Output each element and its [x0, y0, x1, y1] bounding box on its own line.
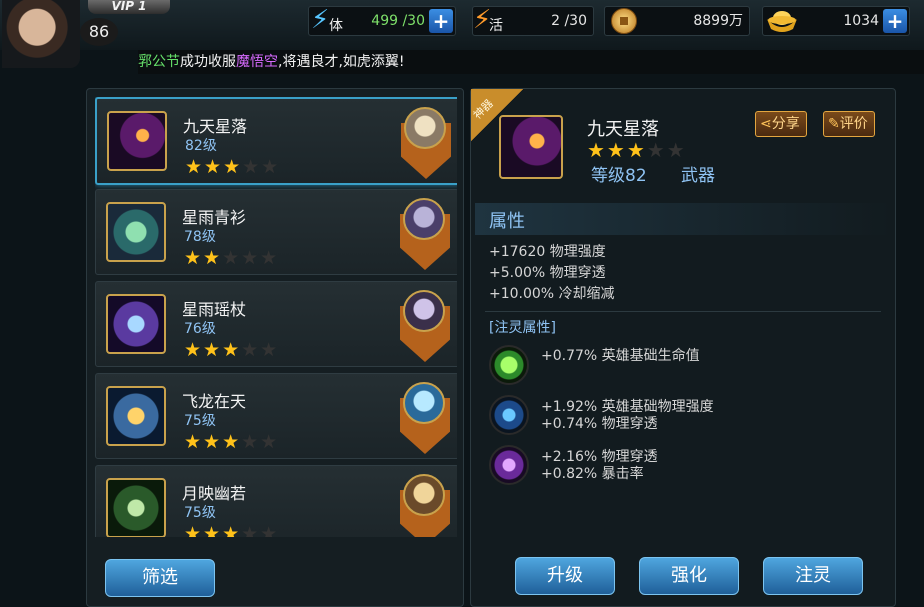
attributes-title: 属性	[489, 211, 525, 232]
attributes-header: 属性	[475, 203, 891, 235]
item-name: 月映幽若	[182, 484, 247, 503]
item-stars: ★★★★★	[184, 523, 280, 537]
ingots-value: 1034	[843, 13, 879, 29]
infusion-1: +1.92% 英雄基础物理强度 +0.74% 物理穿透	[541, 399, 714, 433]
detail-type: 武器	[681, 166, 715, 186]
purple-gem-icon	[489, 445, 529, 485]
equipment-item-2[interactable]: 星雨瑶杖 76级 ★★★★★	[95, 281, 457, 367]
vigor-label: 活	[489, 18, 503, 34]
announcement-text-2: ,将遇良才,如虎添翼!	[278, 54, 405, 70]
announcement-hero-name: 魔悟空	[236, 54, 278, 70]
hero-face-icon	[403, 290, 445, 332]
item-level: 76级	[184, 321, 216, 337]
add-stamina-button[interactable]: +	[429, 9, 453, 33]
top-bar: VIP 1 ⚡ 体 499 /30 + ⚡ 活 2 /30 8899万 1034…	[0, 0, 924, 50]
share-button[interactable]: ⋖分享	[755, 111, 807, 137]
artifact-tag: 神器	[470, 96, 496, 122]
item-stars: ★★★★★	[184, 247, 280, 269]
coins-counter: 8899万	[604, 6, 750, 36]
infusion-line: +2.16% 物理穿透	[541, 449, 658, 465]
equipment-list-panel: 九天星落 82级 ★★★★★ 星雨青衫 78级 ★★★★★ 星雨瑶杖 76级 ★…	[86, 88, 464, 607]
item-stars: ★★★★★	[184, 431, 280, 453]
hero-portrait-3	[400, 380, 450, 454]
gold-ingot-icon	[767, 11, 797, 32]
coin-icon	[611, 8, 637, 34]
announcement-marquee: 郛公节成功收服魔悟空,将遇良才,如虎添翼!	[138, 50, 924, 74]
hero-face-icon	[403, 474, 445, 516]
infusion-header: [注灵属性]	[489, 320, 556, 336]
hero-face-icon	[404, 107, 446, 149]
hero-portrait-2	[400, 288, 450, 362]
hero-face-icon	[403, 198, 445, 240]
item-stars: ★★★★★	[184, 339, 280, 361]
blue-gem-icon	[489, 395, 529, 435]
review-label: 评价	[839, 116, 868, 132]
armor-icon	[106, 478, 166, 537]
infuse-button[interactable]: 注灵	[763, 557, 863, 595]
announcement-player-name: 郛公节	[138, 54, 180, 70]
player-level: 86	[80, 18, 118, 46]
hero-face-icon	[403, 382, 445, 424]
review-button[interactable]: ✎评价	[823, 111, 875, 137]
armor-icon	[106, 202, 166, 262]
item-stars: ★★★★★	[185, 156, 281, 178]
item-level: 75级	[184, 505, 216, 521]
infusion-line: +1.92% 英雄基础物理强度	[541, 399, 714, 415]
infusion-line: +0.82% 暴击率	[541, 466, 644, 482]
vip-badge[interactable]: VIP 1	[88, 0, 170, 14]
filter-button[interactable]: 筛选	[105, 559, 215, 597]
edit-icon: ✎	[828, 116, 840, 132]
staff-icon	[106, 294, 166, 354]
coins-value: 8899万	[693, 13, 743, 29]
stamina-label: 体	[329, 18, 343, 34]
detail-level: 等级82	[591, 166, 647, 186]
stamina-bolt-icon: ⚡	[311, 5, 330, 35]
item-name: 星雨瑶杖	[182, 300, 247, 319]
infusion-line: +0.77% 英雄基础生命值	[541, 348, 700, 364]
hero-portrait-4	[400, 472, 450, 537]
announcement-text-1: 成功收服	[180, 54, 236, 70]
equipment-item-1[interactable]: 星雨青衫 78级 ★★★★★	[95, 189, 457, 275]
detail-stars: ★★★★★	[587, 138, 687, 162]
enhance-button[interactable]: 强化	[639, 557, 739, 595]
bow-icon	[107, 111, 167, 171]
item-level: 82级	[185, 138, 217, 154]
item-name: 飞龙在天	[182, 392, 247, 411]
item-level: 75级	[184, 413, 216, 429]
equipment-item-0[interactable]: 九天星落 82级 ★★★★★	[95, 97, 457, 185]
vigor-value: 2 /30	[551, 13, 587, 29]
infusion-0: +0.77% 英雄基础生命值	[541, 348, 700, 365]
player-avatar[interactable]	[2, 0, 80, 68]
attribute-line: +5.00% 物理穿透	[489, 265, 606, 281]
add-ingots-button[interactable]: +	[883, 9, 907, 33]
item-name: 九天星落	[183, 117, 248, 136]
dragon-weapon-icon	[106, 386, 166, 446]
attribute-line: +17620 物理强度	[489, 244, 606, 260]
equipment-list[interactable]: 九天星落 82级 ★★★★★ 星雨青衫 78级 ★★★★★ 星雨瑶杖 76级 ★…	[95, 97, 457, 537]
stamina-value: 499 /30	[371, 13, 425, 29]
item-level: 78级	[184, 229, 216, 245]
infusion-2: +2.16% 物理穿透 +0.82% 暴击率	[541, 449, 658, 483]
infusion-line: +0.74% 物理穿透	[541, 416, 658, 432]
share-icon: ⋖	[760, 116, 772, 132]
item-name: 星雨青衫	[182, 208, 247, 227]
equipment-item-4[interactable]: 月映幽若 75级 ★★★★★	[95, 465, 457, 537]
vigor-counter: ⚡ 活 2 /30	[472, 5, 594, 36]
hero-portrait-0	[401, 105, 451, 179]
bow-icon	[499, 115, 563, 179]
equipment-detail-panel: 神器 九天星落 ★★★★★ 等级82 武器 ⋖分享 ✎评价 属性 +17620 …	[470, 88, 896, 607]
divider	[485, 311, 881, 312]
green-gem-icon	[489, 345, 529, 385]
ingots-counter: 1034 +	[762, 6, 910, 36]
hero-portrait-1	[400, 196, 450, 270]
attribute-line: +10.00% 冷却缩减	[489, 286, 615, 302]
share-label: 分享	[771, 116, 800, 132]
equipment-item-3[interactable]: 飞龙在天 75级 ★★★★★	[95, 373, 457, 459]
upgrade-button[interactable]: 升级	[515, 557, 615, 595]
stamina-counter: ⚡ 体 499 /30 +	[308, 5, 456, 36]
